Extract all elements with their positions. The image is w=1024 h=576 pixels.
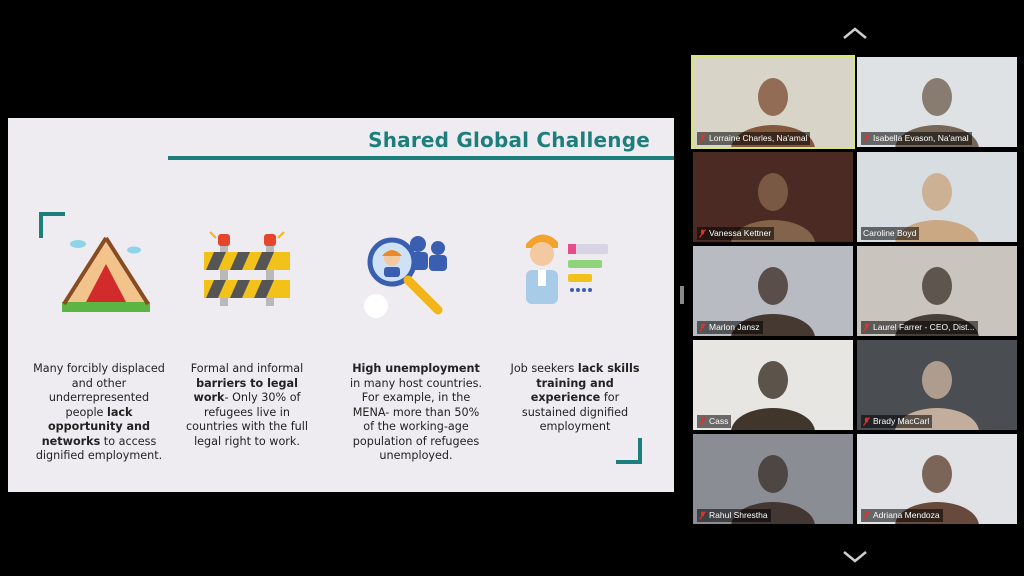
mic-muted-icon bbox=[863, 511, 870, 521]
mic-muted-icon bbox=[699, 134, 706, 144]
participant-tile[interactable]: Isabella Evason, Na'amal bbox=[857, 57, 1017, 147]
text-part: Many forcibly displaced and other underr… bbox=[33, 362, 165, 419]
participant-name-label: Lorraine Charles, Na'amal bbox=[697, 132, 811, 145]
participant-tile[interactable]: Laurel Farrer - CEO, Dist... bbox=[857, 246, 1017, 336]
participant-name: Lorraine Charles, Na'amal bbox=[709, 133, 808, 143]
presentation-slide: Shared Global Challenge Many forcibly di… bbox=[8, 118, 674, 492]
participant-name-label: Rahul Shrestha bbox=[697, 509, 771, 522]
mic-muted-icon bbox=[699, 323, 706, 333]
text-bold: High unemployment bbox=[352, 362, 480, 375]
mic-muted-icon bbox=[699, 511, 706, 521]
road-barrier-icon bbox=[204, 231, 290, 306]
text-part: in many host countries. For example, in … bbox=[349, 376, 483, 463]
participant-name: Rahul Shrestha bbox=[709, 510, 768, 520]
participant-name-label: Cass bbox=[697, 415, 732, 428]
participant-name-label: Marlon Jansz bbox=[697, 321, 763, 334]
text-part: Formal and informal bbox=[190, 362, 304, 375]
mic-muted-icon bbox=[863, 323, 870, 333]
participant-name: Brady MacCarl bbox=[873, 416, 930, 426]
participant-name: Isabella Evason, Na'amal bbox=[873, 133, 969, 143]
mic-muted-icon bbox=[699, 417, 706, 427]
challenge-text-unemployment: High unemployment in many host countries… bbox=[347, 362, 485, 464]
participant-name-label: Adriana Mendoza bbox=[861, 509, 943, 522]
participant-name: Laurel Farrer - CEO, Dist... bbox=[873, 322, 975, 332]
participant-tile[interactable]: Cass bbox=[693, 340, 853, 430]
challenge-text-opportunity: Many forcibly displaced and other underr… bbox=[30, 362, 168, 464]
participant-name: Vanessa Kettner bbox=[709, 228, 772, 238]
shared-screen: Shared Global Challenge Many forcibly di… bbox=[0, 0, 678, 576]
job-seeker-icon bbox=[526, 234, 608, 304]
title-underline bbox=[168, 156, 674, 160]
participant-name-label: Laurel Farrer - CEO, Dist... bbox=[861, 321, 978, 334]
challenge-text-skills: Job seekers lack skills training and exp… bbox=[506, 362, 644, 435]
chevron-up-icon[interactable] bbox=[842, 26, 868, 40]
participant-name: Caroline Boyd bbox=[863, 228, 917, 238]
participant-name: Marlon Jansz bbox=[709, 322, 760, 332]
participant-name-label: Isabella Evason, Na'amal bbox=[861, 132, 972, 145]
participant-tile[interactable]: Vanessa Kettner bbox=[693, 152, 853, 242]
corner-bracket-bottom-right bbox=[616, 438, 642, 464]
mic-muted-icon bbox=[863, 134, 870, 144]
slide-title: Shared Global Challenge bbox=[368, 128, 650, 152]
participant-tile[interactable]: Brady MacCarl bbox=[857, 340, 1017, 430]
participant-tile[interactable]: Rahul Shrestha bbox=[693, 434, 853, 524]
participant-name: Cass bbox=[709, 416, 729, 426]
participant-tile[interactable]: Lorraine Charles, Na'amal bbox=[691, 55, 855, 149]
participant-name-label: Caroline Boyd bbox=[861, 227, 920, 240]
participant-tile[interactable]: Adriana Mendoza bbox=[857, 434, 1017, 524]
participant-name: Adriana Mendoza bbox=[873, 510, 940, 520]
mic-muted-icon bbox=[863, 417, 870, 427]
participant-name-label: Brady MacCarl bbox=[861, 415, 933, 428]
text-part: Job seekers bbox=[510, 362, 578, 375]
challenge-text-barriers: Formal and informal barriers to legal wo… bbox=[178, 362, 316, 449]
tent-icon bbox=[62, 236, 150, 312]
mic-muted-icon bbox=[699, 229, 706, 239]
panel-resize-handle[interactable] bbox=[680, 286, 684, 304]
participant-tile[interactable]: Marlon Jansz bbox=[693, 246, 853, 336]
participant-name-label: Vanessa Kettner bbox=[697, 227, 775, 240]
magnifier-people-icon bbox=[364, 236, 447, 318]
chevron-down-icon[interactable] bbox=[842, 550, 868, 564]
participant-tile[interactable]: Caroline Boyd bbox=[857, 152, 1017, 242]
